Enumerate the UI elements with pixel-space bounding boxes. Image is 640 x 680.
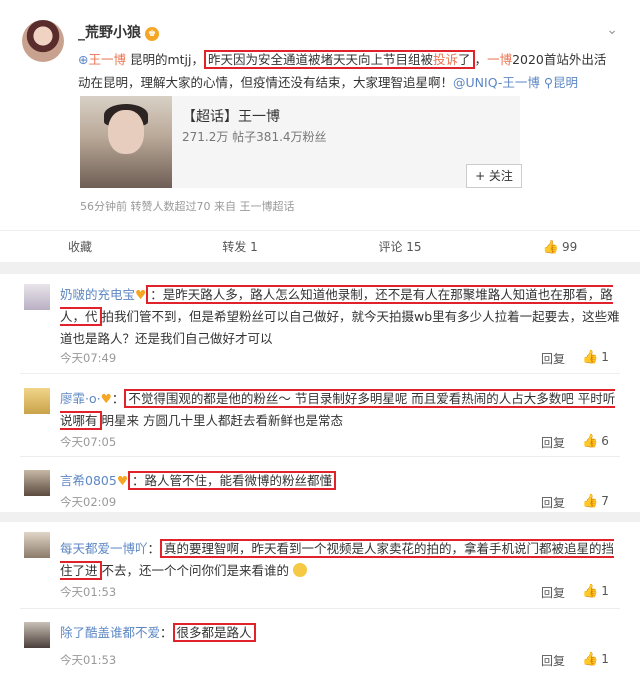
commenter-name[interactable]: 除了酷盖谁都不爱 — [60, 625, 160, 640]
thumbs-up-icon: 👍 — [582, 584, 599, 599]
highlight-box: ：路人管不住，能看微博的粉丝都懂 — [128, 471, 337, 490]
comment-button[interactable]: 评论 15 — [320, 231, 480, 262]
section-divider — [0, 512, 640, 522]
comment-separator — [20, 373, 620, 374]
comment-time: 今天07:49 — [60, 351, 117, 365]
supertopic-stats: 271.2万 帖子381.4万粉丝 — [182, 130, 327, 144]
thumbs-up-icon: 👍 — [582, 350, 599, 365]
commenter-name[interactable]: 廖霏·o· — [60, 391, 101, 406]
collect-button[interactable]: 收藏 — [0, 231, 160, 262]
comment-item: 廖霏·o·♥： 不觉得围观的都是他的粉丝～ 节目录制好多明星呢 而且爱看热闹的人占… — [0, 378, 640, 450]
weibo-post: _荒野小狼 ♚ ⌄ ⊕王一博 昆明的mtjj， 昨天因为安全通道被堵天天向上节目组被… — [0, 0, 640, 262]
author-avatar[interactable] — [22, 20, 64, 62]
action-bar: 收藏 转发 1 评论 15 👍 99 — [0, 230, 640, 262]
medal-icon: ♥ — [100, 391, 112, 406]
reply-button[interactable]: 回复 — [541, 584, 565, 601]
comment-like-button[interactable]: 👍 1 — [582, 350, 609, 365]
commenter-avatar[interactable] — [24, 284, 50, 310]
smile-emoji-icon — [293, 563, 308, 577]
comment-like-button[interactable]: 👍 1 — [582, 584, 609, 599]
comment-time: 今天01:53 — [60, 585, 117, 599]
section-divider — [0, 262, 640, 274]
commenter-name[interactable]: 奶啵的充电宝 — [60, 287, 135, 302]
comment-item: 除了酷盖谁都不爱： 很多都是路人 今天01:53 回复 👍 1 — [0, 612, 640, 678]
reply-button[interactable]: 回复 — [541, 350, 565, 367]
comment-separator — [20, 456, 620, 457]
mention-link[interactable]: 王一博 — [88, 52, 126, 67]
highlight-box: 很多都是路人 — [172, 623, 256, 642]
reply-button[interactable]: 回复 — [541, 434, 565, 451]
comment-separator — [20, 608, 620, 609]
comment-time: 今天01:53 — [60, 653, 117, 667]
comment-text: 廖霏·o·♥： 不觉得围观的都是他的粉丝～ 节目录制好多明星呢 而且爱看热闹的人占… — [60, 389, 616, 430]
repost-button[interactable]: 转发 1 — [160, 231, 320, 262]
commenter-avatar[interactable] — [24, 532, 50, 558]
comment-time: 今天07:05 — [60, 435, 117, 449]
follow-button[interactable]: + 关注 — [466, 164, 522, 188]
highlight-box: 昨天因为安全通道被堵天天向上节目组被投诉了 — [204, 50, 475, 69]
commenter-name[interactable]: 言希0805 — [60, 473, 117, 488]
thumbs-up-icon: 👍 — [582, 434, 599, 449]
post-text: ⊕王一博 昆明的mtjj， 昨天因为安全通道被堵天天向上节目组被投诉了 ，一博202… — [78, 50, 607, 90]
supertopic-title: 【超话】王一博 — [182, 109, 280, 125]
thumbs-up-icon: 👍 — [582, 652, 599, 667]
commenter-avatar[interactable] — [24, 470, 50, 496]
supertopic-image — [80, 96, 172, 188]
comment-like-button[interactable]: 👍 6 — [582, 434, 609, 449]
uniq-mention-link[interactable]: @UNIQ-王一博 — [453, 75, 540, 90]
comment-item: 言希0805♥ ：路人管不住，能看微博的粉丝都懂 今天02:09 回复 👍 7 — [0, 460, 640, 510]
comment-item: 奶啵的充电宝♥ ：是昨天路人多，路人怎么知道他录制，还不是有人在那聚堆路人知道也在… — [0, 274, 640, 367]
at-mention-icon: ⊕ — [78, 52, 89, 67]
supertopic-card[interactable]: 【超话】王一博 271.2万 帖子381.4万粉丝 + 关注 — [80, 96, 522, 188]
comment-time: 今天02:09 — [60, 495, 117, 509]
comment-text: 每天都爱一博吖： 真的要理智啊，昨天看到一个视频是人家卖花的拍的，拿着手机说门都被… — [60, 539, 615, 580]
location-pin-icon: ⚲ — [543, 75, 554, 90]
comment-item: 每天都爱一博吖： 真的要理智啊，昨天看到一个视频是人家卖花的拍的，拿着手机说门都被… — [0, 522, 640, 604]
location-link[interactable]: 昆明 — [553, 75, 578, 90]
vip-badge-icon: ♚ — [145, 27, 159, 41]
comment-text: 奶啵的充电宝♥ ：是昨天路人多，路人怎么知道他录制，还不是有人在那聚堆路人知道也在… — [60, 285, 620, 346]
comment-thread: 每天都爱一博吖： 真的要理智啊，昨天看到一个视频是人家卖花的拍的，拿着手机说门都被… — [0, 522, 640, 680]
medal-icon: ♥ — [116, 473, 129, 488]
comment-thread: 奶啵的充电宝♥ ：是昨天路人多，路人怎么知道他录制，还不是有人在那聚堆路人知道也在… — [0, 274, 640, 512]
thumbs-up-icon: 👍 — [582, 494, 599, 509]
commenter-avatar[interactable] — [24, 622, 50, 648]
comment-text: 除了酷盖谁都不爱： 很多都是路人 — [60, 622, 620, 644]
name-link[interactable]: 一博 — [487, 52, 512, 67]
medal-icon: ♥ — [135, 287, 147, 302]
reply-button[interactable]: 回复 — [541, 494, 565, 511]
author-name[interactable]: _荒野小狼 — [78, 25, 141, 41]
post-meta: 56分钟前 转赞人数超过70 来自 王一博超话 — [80, 200, 295, 213]
commenter-name[interactable]: 每天都爱一博吖 — [60, 541, 148, 556]
commenter-avatar[interactable] — [24, 388, 50, 414]
reply-button[interactable]: 回复 — [541, 652, 565, 669]
comment-like-button[interactable]: 👍 7 — [582, 494, 609, 509]
comment-like-button[interactable]: 👍 1 — [582, 652, 609, 667]
chevron-down-icon[interactable]: ⌄ — [606, 22, 618, 38]
thumbs-up-icon: 👍 — [542, 240, 559, 255]
comment-text: 言希0805♥ ：路人管不住，能看微博的粉丝都懂 — [60, 470, 620, 492]
like-button[interactable]: 👍 99 — [480, 231, 640, 262]
